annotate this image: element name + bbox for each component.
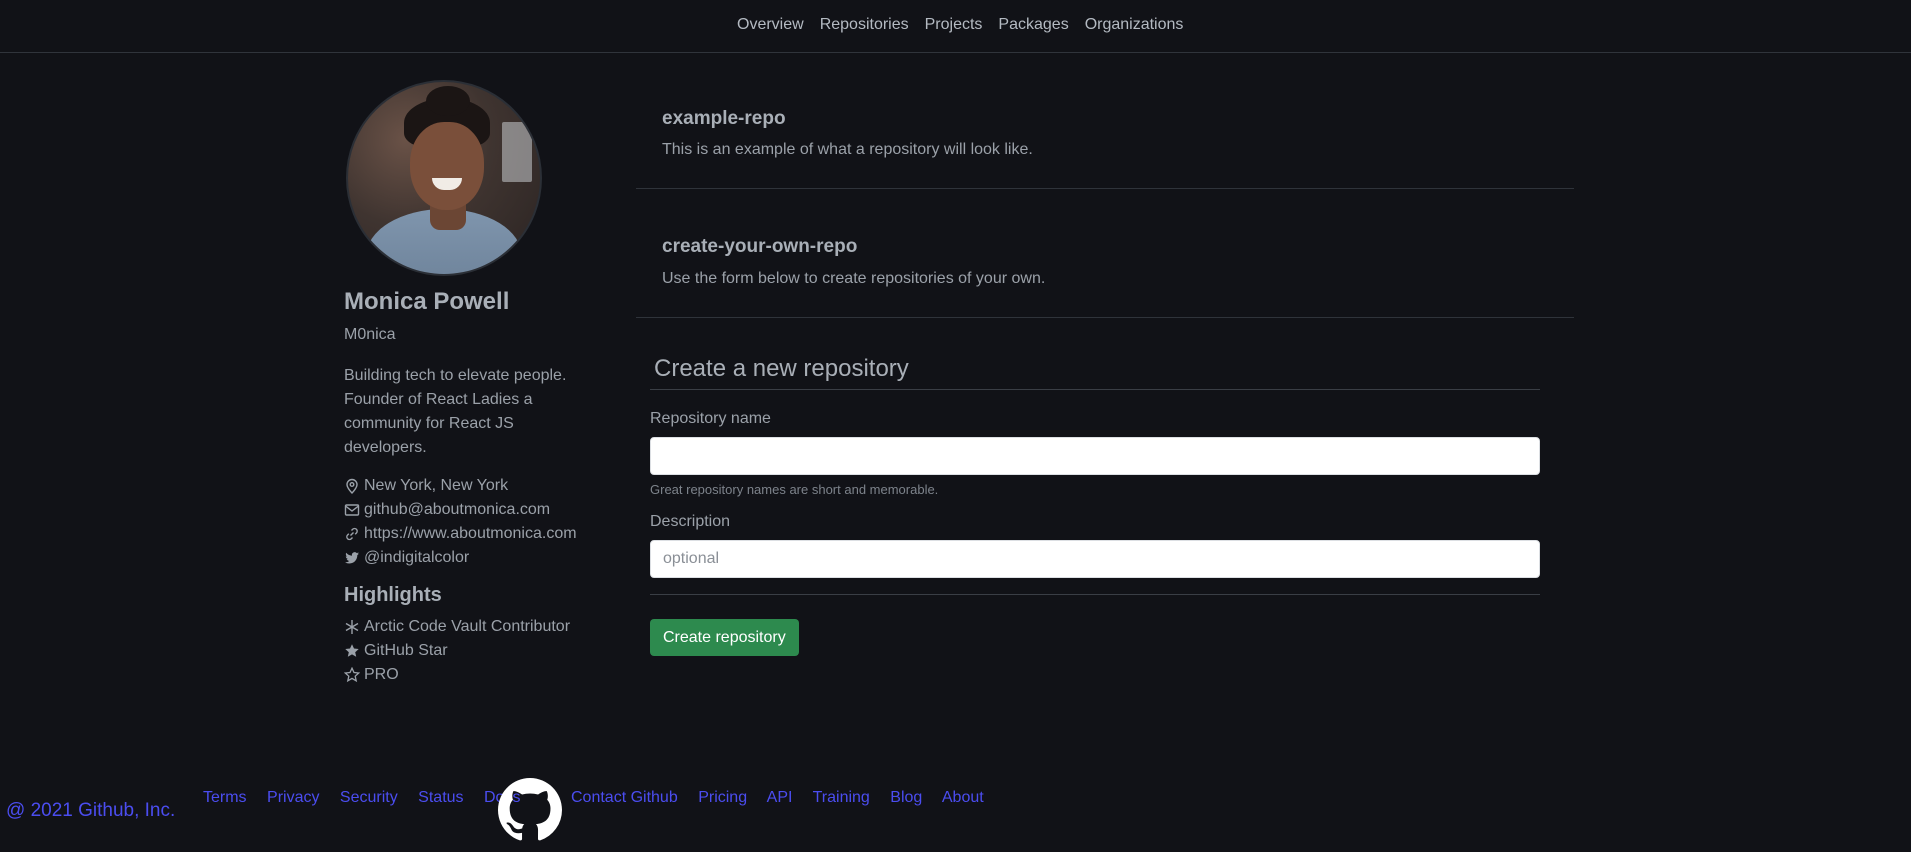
repo-description: Use the form below to create repositorie… xyxy=(662,270,1046,287)
twitter-text[interactable]: @indigitalcolor xyxy=(364,546,469,570)
footer-link-terms[interactable]: Terms xyxy=(203,789,247,806)
footer-copyright: @ 2021 Github, Inc. xyxy=(6,800,176,821)
profile-bio: Building tech to elevate people. Founder… xyxy=(344,367,567,456)
profile-name: Monica Powell xyxy=(344,288,510,315)
repo-description: This is an example of what a repository … xyxy=(662,141,1033,158)
footer-link-pricing[interactable]: Pricing xyxy=(698,789,747,806)
repo-card: example-repo This is an example of what … xyxy=(636,80,1574,189)
form-divider xyxy=(650,594,1540,595)
highlight-arctic: Arctic Code Vault Contributor xyxy=(344,615,594,639)
nav-organizations[interactable]: Organizations xyxy=(1085,16,1184,34)
star-filled-icon xyxy=(345,644,359,657)
footer-link-status[interactable]: Status xyxy=(418,789,463,806)
top-nav: Overview Repositories Projects Packages … xyxy=(0,0,1911,53)
highlight-pro: PRO xyxy=(344,663,594,687)
profile-website[interactable]: https://www.aboutmonica.com xyxy=(344,522,594,546)
nav-packages[interactable]: Packages xyxy=(998,16,1068,34)
repo-title[interactable]: create-your-own-repo xyxy=(662,236,857,258)
profile-twitter[interactable]: @indigitalcolor xyxy=(344,546,594,570)
description-label: Description xyxy=(650,513,731,530)
location-text: New York, New York xyxy=(364,477,509,494)
mail-icon xyxy=(344,504,360,516)
avatar-face xyxy=(410,122,484,210)
nav-list: Overview Repositories Projects Packages … xyxy=(737,16,1199,34)
footer-link-about[interactable]: About xyxy=(942,789,984,806)
twitter-icon xyxy=(345,552,359,564)
footer-link-security[interactable]: Security xyxy=(340,789,398,806)
nav-repositories[interactable]: Repositories xyxy=(820,16,909,34)
repo-card: create-your-own-repo Use the form below … xyxy=(636,189,1574,318)
repo-name-input[interactable] xyxy=(650,437,1540,475)
repo-title[interactable]: example-repo xyxy=(662,108,786,130)
star-outline-icon xyxy=(344,667,360,683)
form-title: Create a new repository xyxy=(650,355,1540,390)
link-icon xyxy=(346,527,358,541)
highlight-pro-text: PRO xyxy=(364,666,399,683)
location-pin-icon xyxy=(346,478,358,494)
email-text[interactable]: github@aboutmonica.com xyxy=(364,498,550,522)
footer-link-blog[interactable]: Blog xyxy=(890,789,922,806)
github-logo-icon[interactable] xyxy=(498,778,562,842)
create-repo-form: Create a new repository Repository name … xyxy=(650,355,1540,656)
profile-sidebar: Monica Powell M0nica Building tech to el… xyxy=(344,80,594,687)
footer-links-left: Terms Privacy Security Status Docs xyxy=(203,789,536,807)
highlight-arctic-text: Arctic Code Vault Contributor xyxy=(364,618,571,635)
repo-name-hint: Great repository names are short and mem… xyxy=(650,482,939,497)
avatar-hair-bun xyxy=(426,86,470,116)
avatar-background-detail xyxy=(502,122,532,182)
profile-email[interactable]: github@aboutmonica.com xyxy=(344,498,594,522)
description-input[interactable] xyxy=(650,540,1540,578)
create-repository-button[interactable]: Create repository xyxy=(650,619,799,656)
profile-username: M0nica xyxy=(344,326,396,343)
nav-overview[interactable]: Overview xyxy=(737,16,804,34)
footer-link-contact[interactable]: Contact Github xyxy=(571,789,678,806)
footer-link-training[interactable]: Training xyxy=(813,789,870,806)
highlights-heading: Highlights xyxy=(344,584,442,606)
footer-link-api[interactable]: API xyxy=(767,789,793,806)
nav-projects[interactable]: Projects xyxy=(925,16,983,34)
footer-links-right: Contact Github Pricing API Training Blog… xyxy=(571,789,1000,807)
avatar xyxy=(346,80,542,276)
highlight-star: GitHub Star xyxy=(344,639,594,663)
snowflake-icon xyxy=(345,620,359,634)
repo-name-label: Repository name xyxy=(650,410,771,427)
footer-link-privacy[interactable]: Privacy xyxy=(267,789,319,806)
website-text[interactable]: https://www.aboutmonica.com xyxy=(364,522,577,546)
profile-location: New York, New York xyxy=(344,474,594,498)
highlight-star-text: GitHub Star xyxy=(364,642,448,659)
